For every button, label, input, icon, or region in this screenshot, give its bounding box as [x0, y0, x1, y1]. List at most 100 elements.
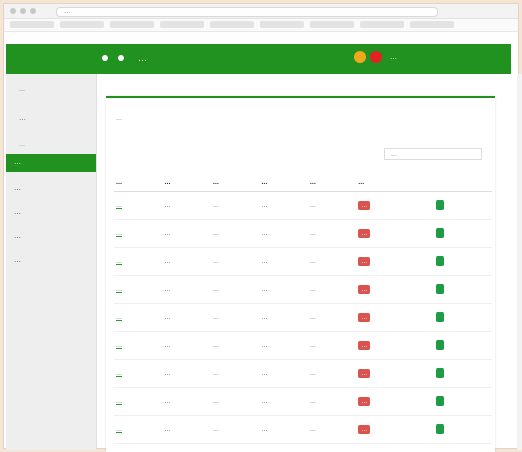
bookmark-item[interactable]: [360, 21, 404, 28]
address-bar[interactable]: [56, 7, 438, 17]
table-cell: …: [162, 415, 211, 444]
table-row: ………………: [114, 359, 492, 388]
action-cell: [433, 191, 492, 220]
sidebar-item[interactable]: …: [14, 184, 21, 192]
edit-icon[interactable]: [435, 339, 444, 350]
table-cell: …: [307, 387, 357, 416]
menu-icon[interactable]: [102, 55, 108, 61]
table-row: ………………: [114, 247, 492, 276]
table-cell: …: [210, 247, 260, 276]
table-cell: …: [259, 219, 308, 248]
action-cell: [433, 359, 492, 388]
table-cell: …: [210, 415, 260, 444]
table-row: ………………: [114, 387, 492, 416]
table-cell: …: [259, 359, 308, 388]
table-cell: …: [210, 275, 260, 304]
table-cell: …: [162, 191, 211, 220]
page-title: …: [138, 54, 147, 64]
column-header[interactable]: …: [210, 173, 260, 192]
table-cell: …: [162, 275, 211, 304]
record-link[interactable]: …: [114, 303, 163, 332]
content-card: … … … … … … … … …………………………………………………………………: [106, 96, 495, 452]
column-header[interactable]: …: [356, 173, 434, 192]
table-cell: …: [307, 303, 357, 332]
status-cell: …: [356, 359, 434, 388]
table-cell: …: [210, 331, 260, 360]
sidebar-item[interactable]: …: [14, 232, 21, 240]
user-menu[interactable]: …: [390, 53, 397, 61]
table-cell: …: [162, 219, 211, 248]
status-badge: …: [358, 285, 371, 294]
edit-icon[interactable]: [435, 255, 444, 266]
table-row: ………………: [114, 191, 492, 220]
table-cell: …: [307, 415, 357, 444]
alert-icon[interactable]: [370, 51, 382, 63]
record-link[interactable]: …: [114, 191, 163, 220]
table-cell: …: [259, 415, 308, 444]
action-cell: [433, 331, 492, 360]
notification-icon[interactable]: [354, 51, 366, 63]
table-cell: …: [259, 247, 308, 276]
sidebar-item-active[interactable]: …: [6, 154, 96, 172]
status-badge: …: [358, 425, 371, 434]
table-cell: …: [259, 275, 308, 304]
record-link[interactable]: …: [114, 359, 163, 388]
back-icon[interactable]: [10, 8, 16, 14]
table-cell: …: [259, 191, 308, 220]
status-badge: …: [358, 397, 371, 406]
table-row: ………………: [114, 331, 492, 360]
edit-icon[interactable]: [435, 311, 444, 322]
table-cell: …: [307, 247, 357, 276]
column-header[interactable]: …: [259, 173, 308, 192]
record-link[interactable]: …: [114, 219, 163, 248]
table-cell: …: [162, 303, 211, 332]
bookmark-item[interactable]: [60, 21, 104, 28]
edit-icon[interactable]: [435, 283, 444, 294]
card-title: …: [116, 115, 122, 122]
bookmark-item[interactable]: [410, 21, 454, 28]
edit-icon[interactable]: [435, 199, 444, 210]
status-cell: …: [356, 191, 434, 220]
column-header[interactable]: …: [114, 173, 163, 192]
sidebar-user-title: …: [19, 114, 26, 122]
action-cell: [433, 275, 492, 304]
record-link[interactable]: …: [114, 415, 163, 444]
bookmark-item[interactable]: [10, 21, 54, 28]
status-badge: …: [358, 257, 371, 266]
bookmark-item[interactable]: [310, 21, 354, 28]
record-link[interactable]: …: [114, 247, 163, 276]
column-header[interactable]: …: [162, 173, 211, 192]
table-cell: …: [307, 191, 357, 220]
status-badge: …: [358, 341, 371, 350]
reload-icon[interactable]: [30, 8, 36, 14]
edit-icon[interactable]: [435, 227, 444, 238]
column-header-action: [433, 173, 492, 192]
edit-icon[interactable]: [435, 367, 444, 378]
column-header[interactable]: …: [307, 173, 357, 192]
search-input[interactable]: …: [384, 148, 482, 160]
sidebar-item[interactable]: …: [14, 208, 21, 216]
data-table: … … … … … … ……………………………………………………………………………: [114, 173, 492, 444]
bookmark-item[interactable]: [210, 21, 254, 28]
page-scrollbar[interactable]: [517, 74, 522, 450]
edit-icon[interactable]: [435, 395, 444, 406]
status-cell: …: [356, 415, 434, 444]
table-row: ………………: [114, 415, 492, 444]
forward-icon[interactable]: [20, 8, 26, 14]
edit-icon[interactable]: [435, 423, 444, 434]
status-cell: …: [356, 303, 434, 332]
bookmark-item[interactable]: [160, 21, 204, 28]
bookmark-item[interactable]: [110, 21, 154, 28]
home-icon[interactable]: [118, 55, 124, 61]
record-link[interactable]: …: [114, 387, 163, 416]
sidebar-user-name: …: [19, 86, 25, 93]
table-cell: …: [162, 331, 211, 360]
table-row: ………………: [114, 219, 492, 248]
sidebar-item[interactable]: …: [14, 256, 21, 264]
table-cell: …: [210, 303, 260, 332]
bookmark-item[interactable]: [260, 21, 304, 28]
record-link[interactable]: …: [114, 331, 163, 360]
sidebar-section-label: …: [19, 141, 25, 148]
record-link[interactable]: …: [114, 275, 163, 304]
table-cell: …: [307, 219, 357, 248]
